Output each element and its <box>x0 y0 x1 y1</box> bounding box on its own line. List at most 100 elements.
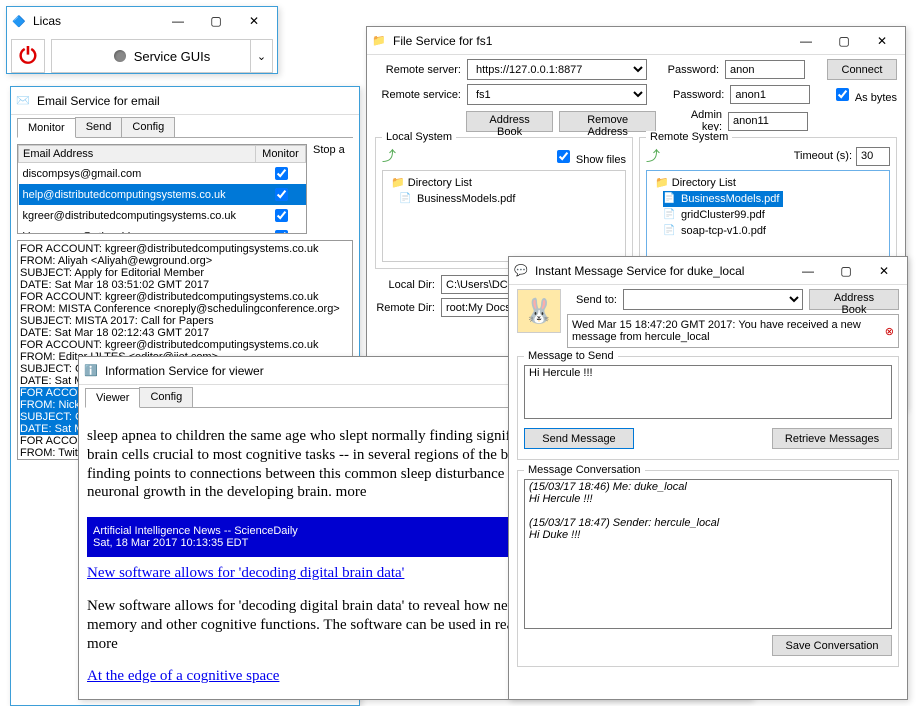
im-window: 💬 Instant Message Service for duke_local… <box>508 256 908 700</box>
remove-address-button[interactable]: Remove Address <box>559 111 656 132</box>
up-folder-icon[interactable]: ⤴ <box>646 146 660 166</box>
article-link[interactable]: New software allows for 'decoding digita… <box>87 565 404 581</box>
remote-server-select[interactable]: https://127.0.0.1:8877 <box>467 59 647 80</box>
power-icon: ⏻ <box>19 43 36 69</box>
local-system-panel: Local System ⤴ Show files 📁 Directory Li… <box>375 137 633 269</box>
show-files-checkbox-label[interactable]: Show files <box>553 147 626 166</box>
email-address-table[interactable]: Email AddressMonitor discompsys@gmail.co… <box>17 144 307 234</box>
remote-system-panel: Remote System ⤴ Timeout (s): 📁 Directory… <box>639 137 897 269</box>
minimize-button[interactable]: — <box>159 10 197 32</box>
tab-config[interactable]: Config <box>121 117 175 137</box>
monitor-checkbox[interactable] <box>275 188 288 201</box>
remote-service-label: Remote service: <box>375 89 461 101</box>
remote-system-legend: Remote System <box>646 131 732 143</box>
maximize-button[interactable]: ▢ <box>197 10 235 32</box>
tree-folder[interactable]: 📁 Directory List <box>651 175 885 191</box>
tab-config[interactable]: Config <box>139 387 193 407</box>
password2-input[interactable] <box>730 85 810 104</box>
close-button[interactable]: ✕ <box>865 260 903 282</box>
tab-monitor[interactable]: Monitor <box>17 118 76 138</box>
tab-viewer[interactable]: Viewer <box>85 388 140 408</box>
tree-file[interactable]: BusinessModels.pdf <box>663 191 783 207</box>
col-email-address[interactable]: Email Address <box>19 146 256 163</box>
avatar: 🐰 <box>517 289 561 333</box>
conversation-legend: Message Conversation <box>524 464 645 476</box>
table-row[interactable]: kgreer@distributedcomputingsystems.co.uk <box>19 205 306 226</box>
col-monitor[interactable]: Monitor <box>256 146 306 163</box>
email-tabs: Monitor Send Config <box>17 117 353 138</box>
article-link[interactable]: At the edge of a cognitive space <box>87 668 279 684</box>
tree-file[interactable]: BusinessModels.pdf <box>399 191 621 207</box>
minimize-button[interactable]: — <box>787 30 825 52</box>
remote-tree[interactable]: 📁 Directory List BusinessModels.pdf grid… <box>646 170 890 262</box>
save-conversation-button[interactable]: Save Conversation <box>772 635 892 656</box>
licas-titlebar[interactable]: 🔷 Licas — ▢ ✕ <box>7 7 277 35</box>
table-row[interactable]: discompsys@gmail.com <box>19 163 306 185</box>
notification-text: Wed Mar 15 18:47:20 GMT 2017: You have r… <box>572 319 881 343</box>
remote-dir-label: Remote Dir: <box>375 302 435 314</box>
app-icon: 🔷 <box>11 13 27 29</box>
address-book-button[interactable]: Address Book <box>466 111 553 132</box>
admin-key-input[interactable] <box>728 112 808 131</box>
local-system-legend: Local System <box>382 131 456 143</box>
message-textarea[interactable] <box>524 365 892 419</box>
send-message-button[interactable]: Send Message <box>524 428 634 449</box>
mail-icon: ✉️ <box>15 93 31 109</box>
local-tree[interactable]: 📁 Directory List BusinessModels.pdf <box>382 170 626 262</box>
tree-file[interactable]: soap-tcp-v1.0.pdf <box>663 223 885 239</box>
tab-send[interactable]: Send <box>75 117 123 137</box>
password-label: Password: <box>668 64 719 76</box>
admin-key-label: Admin key: <box>668 109 722 133</box>
chevron-down-icon[interactable]: ⌄ <box>250 40 272 72</box>
service-guis-label: Service GUIs <box>134 49 211 64</box>
monitor-checkbox[interactable] <box>275 167 288 180</box>
send-to-select[interactable] <box>623 289 803 310</box>
up-folder-icon[interactable]: ⤴ <box>382 146 396 166</box>
send-to-label: Send to: <box>567 294 617 306</box>
email-titlebar[interactable]: ✉️ Email Service for email <box>11 87 359 115</box>
power-button[interactable]: ⏻ <box>11 39 45 73</box>
file-icon: 📁 <box>371 33 387 49</box>
table-row[interactable]: kieran.greer@ntlworld.com <box>19 226 306 234</box>
table-row[interactable]: help@distributedcomputingsystems.co.uk <box>19 184 306 205</box>
asbytes-checkbox[interactable] <box>836 88 849 101</box>
address-book-button[interactable]: Address Book <box>809 289 899 310</box>
maximize-button[interactable]: ▢ <box>825 30 863 52</box>
message-to-send-legend: Message to Send <box>524 350 618 362</box>
password-input[interactable] <box>725 60 805 79</box>
conversation-log[interactable]: (15/03/17 18:46) Me: duke_local Hi Hercu… <box>524 479 892 629</box>
service-guis-dropdown[interactable]: Service GUIs ⌄ <box>51 39 273 73</box>
timeout-label: Timeout (s): <box>794 150 852 162</box>
stop-label: Stop a <box>313 144 345 156</box>
remote-server-label: Remote server: <box>375 64 461 76</box>
licas-title: Licas <box>33 14 159 28</box>
timeout-input[interactable] <box>856 147 890 166</box>
conversation-panel: Message Conversation (15/03/17 18:46) Me… <box>517 470 899 667</box>
tree-folder[interactable]: 📁 Directory List <box>387 175 621 191</box>
close-button[interactable]: ✕ <box>235 10 273 32</box>
retrieve-messages-button[interactable]: Retrieve Messages <box>772 428 892 449</box>
maximize-button[interactable]: ▢ <box>827 260 865 282</box>
connect-button[interactable]: Connect <box>827 59 897 80</box>
password2-label: Password: <box>673 89 724 101</box>
message-to-send-panel: Message to Send Send Message Retrieve Me… <box>517 356 899 460</box>
remote-service-select[interactable]: fs1 <box>467 84 647 105</box>
monitor-checkbox[interactable] <box>275 230 288 234</box>
im-title: Instant Message Service for duke_local <box>535 264 789 278</box>
tree-file[interactable]: gridCluster99.pdf <box>663 207 885 223</box>
im-titlebar[interactable]: 💬 Instant Message Service for duke_local… <box>509 257 907 285</box>
email-title: Email Service for email <box>37 94 355 108</box>
fileservice-titlebar[interactable]: 📁 File Service for fs1 — ▢ ✕ <box>367 27 905 55</box>
chat-icon: 💬 <box>513 263 529 279</box>
monitor-checkbox[interactable] <box>275 209 288 222</box>
close-button[interactable]: ✕ <box>863 30 901 52</box>
licas-window: 🔷 Licas — ▢ ✕ ⏻ Service GUIs ⌄ <box>6 6 278 74</box>
local-dir-label: Local Dir: <box>375 279 435 291</box>
asbytes-checkbox-label[interactable]: As bytes <box>832 85 897 104</box>
show-files-checkbox[interactable] <box>557 150 570 163</box>
status-dot-icon <box>114 50 126 62</box>
minimize-button[interactable]: — <box>789 260 827 282</box>
dismiss-icon[interactable]: ⊗ <box>885 325 894 338</box>
info-icon: ℹ️ <box>83 363 99 379</box>
notification-bar: Wed Mar 15 18:47:20 GMT 2017: You have r… <box>567 314 899 348</box>
